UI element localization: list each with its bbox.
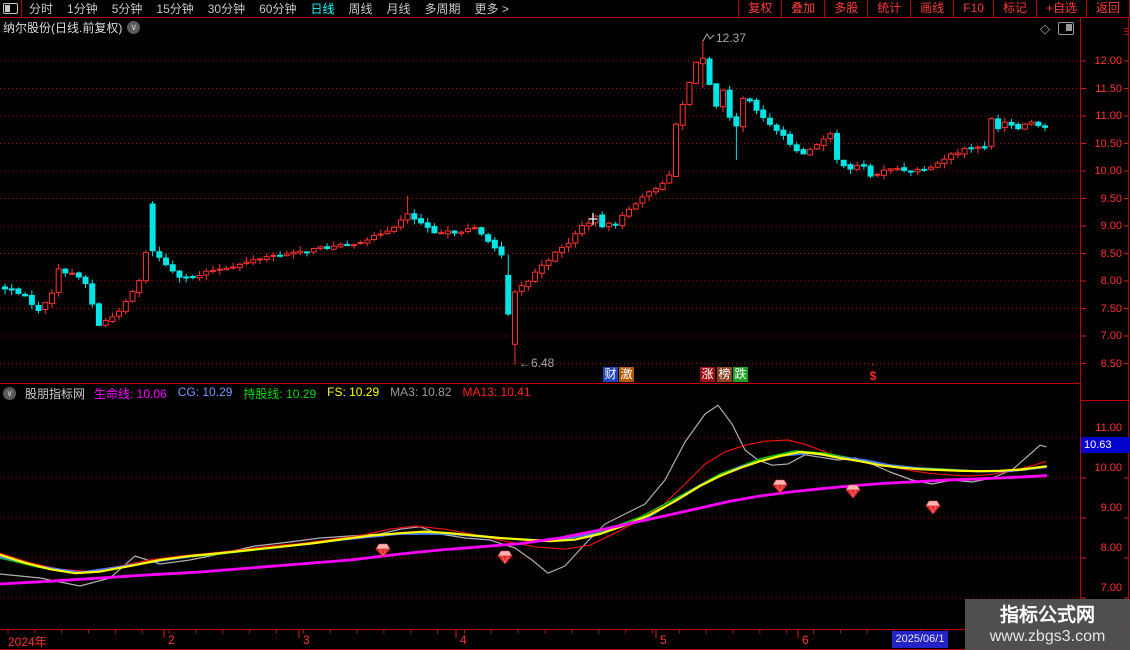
indicator-field-4: MA3: 10.82 [390,384,452,399]
main-y-axis-label: 11.00 [1095,110,1122,122]
toolbar-item-0[interactable]: 复权 [738,0,781,17]
sub-y-axis-label: 9.00 [1100,502,1122,514]
period-menubar: 分时 1分钟 5分钟 15分钟 30分钟 60分钟 日线 周线 月线 多周期 更多 > 复权 叠加 多股… [0,0,1130,18]
indicator-source-label: 股朋指标网 [25,386,86,401]
indicator-field-1: CG: 10.29 [177,384,233,399]
toolbar-item-1[interactable]: 叠加 [781,0,824,17]
toolbar-item-8[interactable]: 返回 [1085,0,1130,17]
time-axis-label: 5 [660,633,667,647]
menu-item-7[interactable]: 周线 [341,0,379,17]
low-price-annotation: ←6.48 [519,356,555,370]
main-y-axis-label: 11.50 [1095,82,1122,95]
menu-item-0[interactable]: 分时 [22,0,60,17]
menu-item-1[interactable]: 1分钟 [60,0,105,17]
event-badge-0: 财 [603,367,618,382]
current-date-box: 2025/06/1 [892,631,948,648]
main-y-axis-label: 8.50 [1100,247,1122,260]
indicator-field-3: FS: 10.29 [327,384,380,399]
event-badge-2: 涨 [700,367,715,382]
indicator-header: ∨ 股朋指标网 生命线: 10.06 CG: 10.29 持股线: 10.29 FS:… [3,385,531,401]
event-badge-3: 榜 [717,367,732,382]
menu-item-2[interactable]: 5分钟 [105,0,150,17]
corner-icons: ◇ [1040,22,1074,35]
toolbar-item-3[interactable]: 统计 [867,0,910,17]
sub-y-axis-label: 11.00 [1095,422,1122,434]
layout-toggle-button[interactable] [0,0,22,17]
indicator-chevron-down-icon[interactable]: ∨ [3,386,16,400]
event-badge-4: 跌 [733,367,748,382]
page-title: 纳尔股份(日线.前复权) [3,21,123,35]
time-axis-label: 3 [303,633,310,647]
main-y-axis-label: 6.50 [1100,357,1122,370]
watermark-url: www.zbgs3.com [989,627,1106,645]
menu-item-10[interactable]: 更多 > [468,0,516,17]
main-y-axis-label: 8.00 [1100,275,1122,287]
chevron-down-icon[interactable]: ∨ [127,21,141,34]
event-badge-1: 激 [619,367,634,382]
toolbar-menu: 复权 叠加 多股 统计 画线 F10 标记 +自选 返回 [738,0,1130,17]
chart-title-row: 纳尔股份(日线.前复权) ∨ [3,19,141,36]
watermark: 指标公式网 www.zbgs3.com [965,599,1130,650]
time-axis-label: 4 [460,633,467,647]
main-y-axis-label: 9.50 [1100,192,1122,205]
menu-item-9[interactable]: 多周期 [418,0,468,17]
indicator-field-0: 生命线: 10.06 [94,386,167,401]
indicator-field-5: MA13: 10.41 [462,384,531,399]
menu-item-8[interactable]: 月线 [380,0,418,17]
chart-plot-area[interactable] [0,0,1130,650]
period-menu: 分时 1分钟 5分钟 15分钟 30分钟 60分钟 日线 周线 月线 多周期 更多 > [22,0,516,17]
sub-y-axis-label: 8.00 [1100,542,1122,554]
time-axis-label: 2024年 [8,635,47,649]
indicator-values: 生命线: 10.06 CG: 10.29 持股线: 10.29 FS: 10.29 MA… [94,385,531,402]
main-y-axis-label: 9.00 [1100,220,1122,232]
main-y-axis-label: 10.50 [1094,137,1122,150]
dollar-icon: $ [869,369,877,383]
time-axis-label: 6 [802,633,809,647]
menu-item-3[interactable]: 15分钟 [149,0,200,17]
main-y-axis-label: 7.50 [1100,302,1122,315]
main-y-axis-label: 10.00 [1094,165,1122,177]
sub-y-axis-label: 10.00 [1094,462,1122,474]
watermark-title: 指标公式网 [999,604,1095,626]
main-y-axis-label: 7.00 [1100,330,1122,342]
toolbar-item-2[interactable]: 多股 [824,0,867,17]
dollar-event-marker: ˆ $ [867,364,879,383]
panel-layout-icon [3,3,18,14]
menu-item-5[interactable]: 60分钟 [252,0,303,17]
indicator-field-2: 持股线: 10.29 [243,386,317,401]
trading-app-window: 分时 1分钟 5分钟 15分钟 30分钟 60分钟 日线 周线 月线 多周期 更多 > 复权 叠加 多股… [0,0,1130,650]
toolbar-item-7[interactable]: +自选 [1035,0,1086,17]
toolbar-item-6[interactable]: 标记 [992,0,1036,17]
toolbar-item-5[interactable]: F10 [953,0,993,17]
indicator-current-value-box: 10.63 [1081,437,1130,453]
high-price-annotation: 12.37 [716,31,747,45]
mark-diamond-icon[interactable]: ◇ [1040,22,1050,35]
main-y-axis-label: 12.00 [1094,55,1122,67]
time-axis-label: 2 [168,633,175,647]
split-panel-icon[interactable] [1058,22,1074,35]
toolbar-item-4[interactable]: 画线 [910,0,953,17]
menu-item-6[interactable]: 日线 [303,0,341,17]
menu-item-4[interactable]: 30分钟 [201,0,252,17]
sub-y-axis-label: 7.00 [1100,582,1122,594]
